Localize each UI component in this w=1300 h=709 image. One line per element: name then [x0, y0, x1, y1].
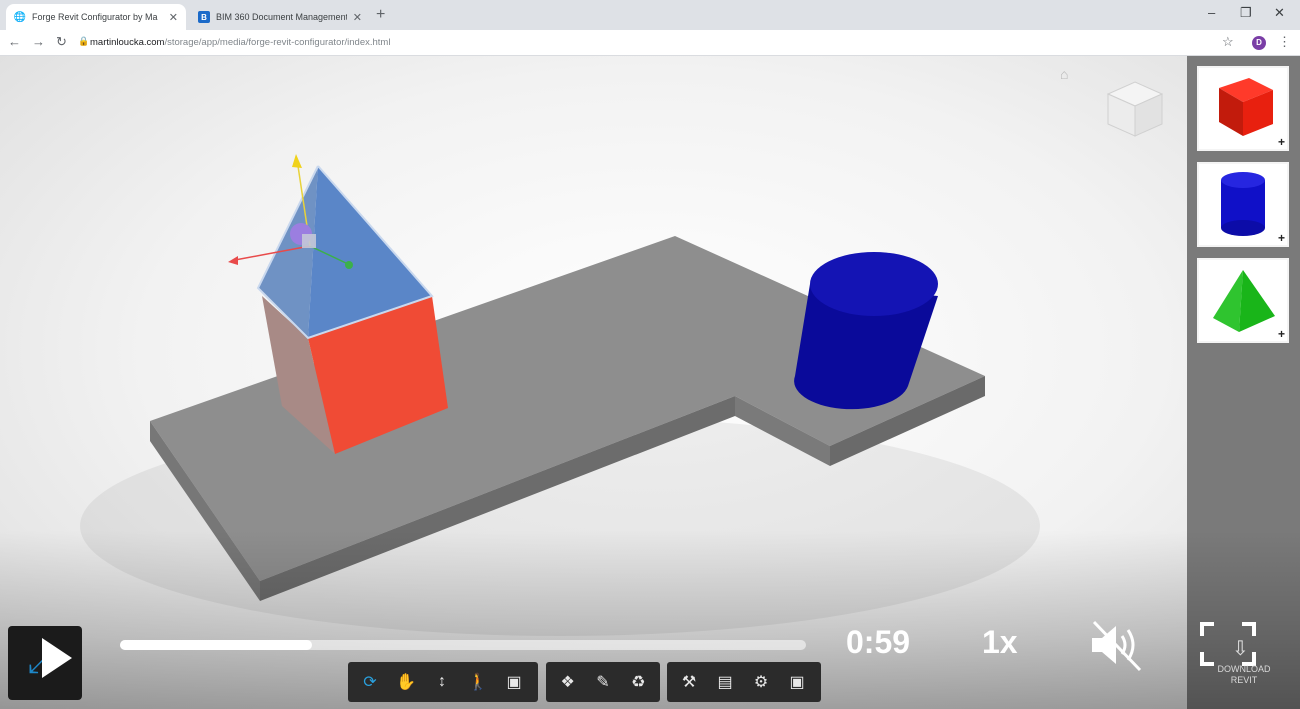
explode-icon[interactable]: ❖ [550, 666, 585, 698]
add-icon: + [1277, 135, 1285, 149]
video-time: 0:59 [846, 624, 911, 660]
camera-icon[interactable]: ▣ [496, 666, 532, 698]
bim360-icon: B [198, 11, 210, 23]
restore-icon[interactable]: ❐ [1240, 5, 1252, 21]
bookmark-star-icon[interactable]: ☆ [1222, 34, 1234, 50]
url-path: /storage/app/media/forge-revit-configura… [164, 37, 391, 48]
download-label-line2: REVIT [1230, 675, 1258, 685]
forward-icon[interactable]: → [32, 34, 45, 49]
mute-icon[interactable] [1086, 616, 1144, 674]
settings-toolbar: ⚒ ▤ ⚙ ▣ [667, 662, 821, 702]
properties-icon[interactable]: ▤ [707, 666, 743, 698]
navigation-toolbar: ⟳ ✋ ↕ 🚶 ▣ [348, 662, 538, 702]
video-progress-fill [120, 640, 313, 650]
forge-viewer-canvas[interactable]: ⌂ [0, 56, 1187, 709]
new-tab-button[interactable]: + [376, 6, 385, 24]
tab-close-icon[interactable]: ✕ [353, 11, 362, 24]
download-icon: ⇩ [1232, 638, 1249, 660]
fullscreen-toggle-icon[interactable]: ▣ [779, 666, 815, 698]
measure-icon[interactable]: ✎ [585, 666, 620, 698]
red-cube-icon [1219, 78, 1273, 136]
add-pyramid-card[interactable]: + [1197, 258, 1289, 343]
fullscreen-icon[interactable] [1198, 620, 1258, 668]
tab-close-icon[interactable]: ✕ [169, 11, 178, 24]
play-button[interactable]: ⤢ [8, 626, 82, 700]
browser-tab-bim360[interactable]: B BIM 360 Document Management ✕ [190, 4, 370, 30]
add-cube-card[interactable]: + [1197, 66, 1289, 151]
home-view-icon[interactable]: ⌂ [1060, 66, 1068, 82]
playback-speed-button[interactable]: 1x [982, 624, 1018, 661]
close-window-icon[interactable]: ✕ [1274, 5, 1285, 21]
add-icon: + [1277, 231, 1285, 245]
add-cylinder-card[interactable]: + [1197, 162, 1289, 247]
download-revit-button[interactable]: DOWNLOAD REVIT [1208, 664, 1280, 686]
browser-tab-bar: 🌐 Forge Revit Configurator by Ma ✕ B BIM… [0, 0, 1300, 30]
first-person-icon[interactable]: 🚶 [460, 666, 496, 698]
cylinder-top [810, 252, 938, 316]
section-icon[interactable]: ♻ [621, 666, 656, 698]
tab-title: Forge Revit Configurator by Ma [32, 12, 158, 22]
add-icon: + [1277, 327, 1285, 341]
browser-tab-forge[interactable]: 🌐 Forge Revit Configurator by Ma ✕ [6, 4, 186, 30]
3d-scene [80, 154, 1040, 636]
modeling-toolbar: ❖ ✎ ♻ [546, 662, 660, 702]
address-bar: ← → ↻ 🔒 martinloucka.com/storage/app/med… [0, 30, 1300, 56]
orbit-icon[interactable]: ⟳ [352, 666, 388, 698]
gizmo-center-box [302, 234, 316, 248]
globe-icon: 🌐 [13, 11, 27, 23]
minimize-icon[interactable]: – [1208, 5, 1215, 20]
play-icon [42, 638, 72, 678]
gizmo-x-arrow [228, 256, 238, 265]
zoom-icon[interactable]: ↕ [424, 666, 460, 698]
url-host: martinloucka.com [90, 37, 165, 48]
video-progress-bar[interactable] [120, 640, 806, 650]
view-cube-icon[interactable] [1100, 74, 1170, 144]
url-field[interactable]: martinloucka.com/storage/app/media/forge… [90, 37, 390, 48]
green-pyramid-icon [1213, 270, 1275, 332]
settings-icon[interactable]: ⚙ [743, 666, 779, 698]
lock-icon: 🔒 [78, 36, 90, 46]
gizmo-y-handle [345, 261, 353, 269]
tab-title: BIM 360 Document Management [216, 12, 347, 22]
family-panel: + + + [1187, 56, 1300, 709]
back-icon[interactable]: ← [8, 34, 21, 49]
download-label-line1: DOWNLOAD [1217, 664, 1271, 674]
model-browser-icon[interactable]: ⚒ [671, 666, 707, 698]
pan-icon[interactable]: ✋ [388, 666, 424, 698]
blue-cylinder-icon [1221, 172, 1265, 236]
reload-icon[interactable]: ↻ [56, 34, 67, 50]
gizmo-z-arrow [292, 154, 302, 168]
browser-menu-icon[interactable]: ⋮ [1278, 34, 1291, 50]
profile-avatar[interactable]: D [1252, 36, 1266, 50]
